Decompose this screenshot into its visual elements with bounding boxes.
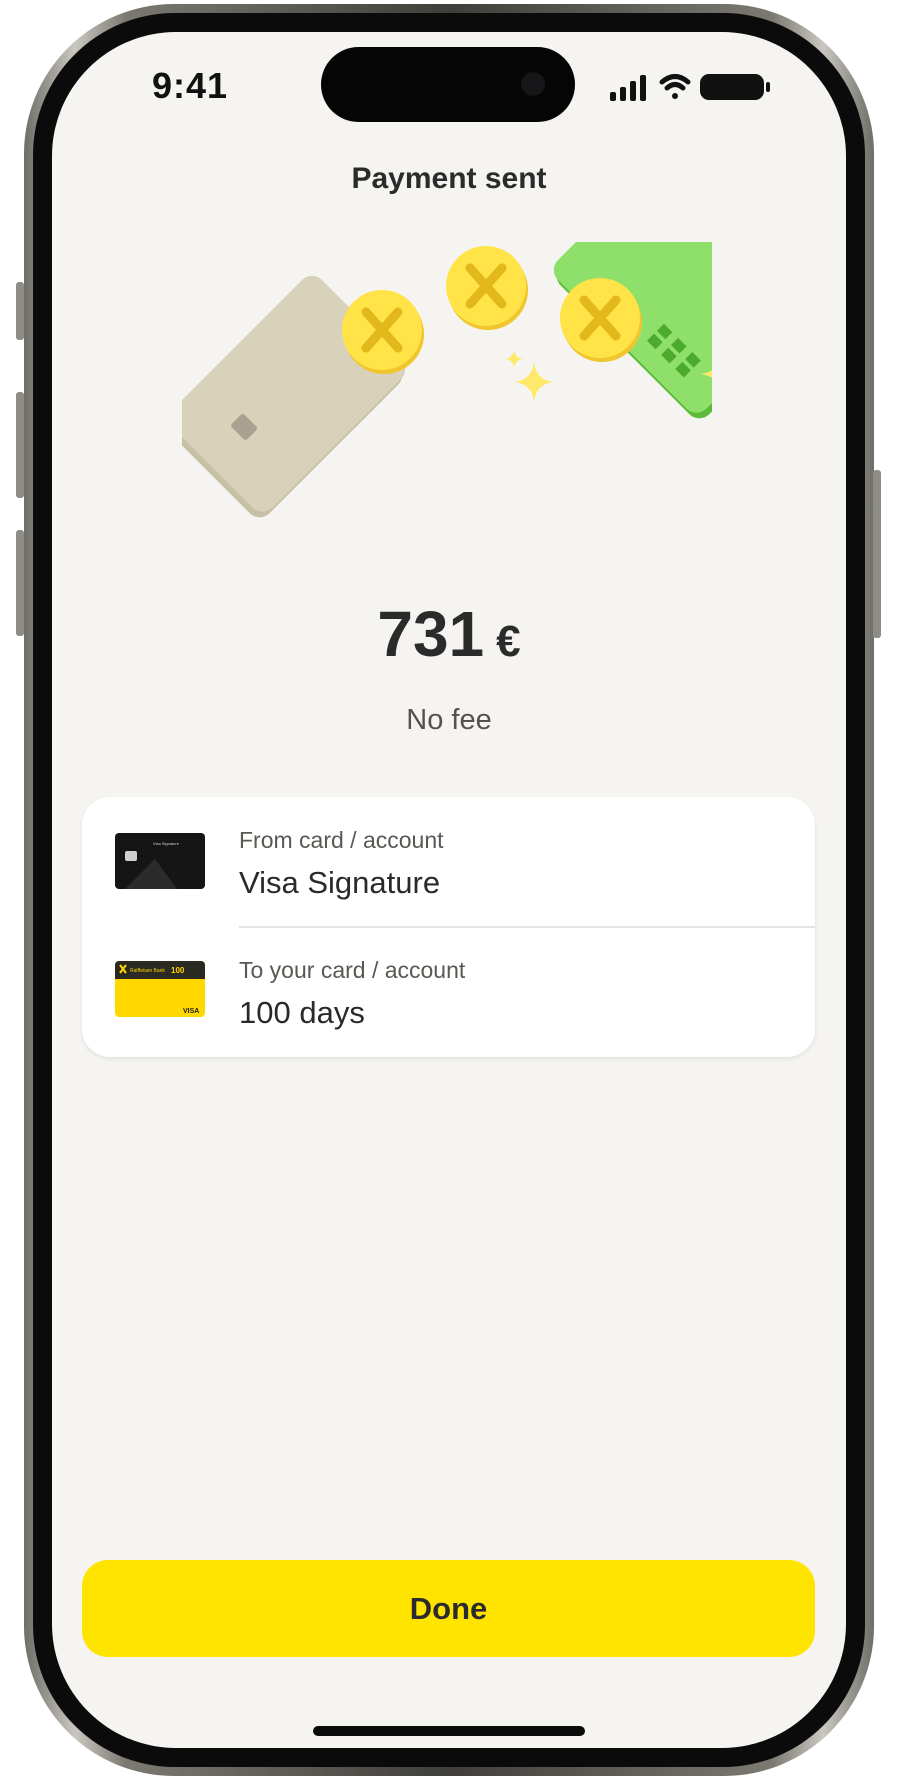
card-network-text: VISA bbox=[183, 1008, 199, 1015]
dynamic-island bbox=[321, 47, 575, 122]
from-label: From card / account bbox=[239, 827, 444, 853]
amount-value: 731 bbox=[377, 598, 485, 670]
card-badge-text: 100 bbox=[171, 966, 185, 975]
done-button[interactable]: Done bbox=[82, 1560, 815, 1657]
payment-amount: 731 € bbox=[52, 597, 846, 671]
volume-down-button bbox=[16, 530, 24, 636]
yellow-card-thumbnail: Raiffeisen Bank 100 VISA bbox=[115, 961, 205, 1017]
home-indicator[interactable] bbox=[313, 1726, 585, 1736]
card-name-text: Visa Signature bbox=[153, 841, 180, 846]
coin-icon bbox=[446, 246, 528, 330]
fee-text: No fee bbox=[406, 704, 492, 736]
action-button bbox=[16, 282, 24, 340]
from-value: Visa Signature bbox=[239, 865, 441, 900]
from-account-row: Visa Signature From card / account Visa … bbox=[82, 797, 815, 928]
status-icons bbox=[610, 72, 772, 102]
battery-icon bbox=[700, 74, 770, 100]
to-value: 100 days bbox=[239, 995, 365, 1030]
black-card-thumbnail: Visa Signature bbox=[115, 833, 205, 889]
to-account-row: Raiffeisen Bank 100 VISA To your card / … bbox=[82, 927, 815, 1057]
power-button bbox=[873, 470, 881, 638]
to-label: To your card / account bbox=[239, 957, 466, 983]
cellular-signal-icon bbox=[610, 75, 646, 101]
volume-up-button bbox=[16, 392, 24, 498]
bank-name-text: Raiffeisen Bank bbox=[130, 968, 165, 974]
status-time: 9:41 bbox=[152, 65, 229, 106]
wifi-icon bbox=[659, 74, 691, 99]
app-screen: 9:41 Payment sent 731 € No fee Visa Sign… bbox=[52, 32, 846, 1748]
payment-illustration bbox=[166, 176, 793, 542]
amount-currency: € bbox=[496, 617, 521, 666]
page-title: Payment sent bbox=[351, 162, 547, 195]
transfer-details-card: Visa Signature From card / account Visa … bbox=[82, 797, 815, 1057]
